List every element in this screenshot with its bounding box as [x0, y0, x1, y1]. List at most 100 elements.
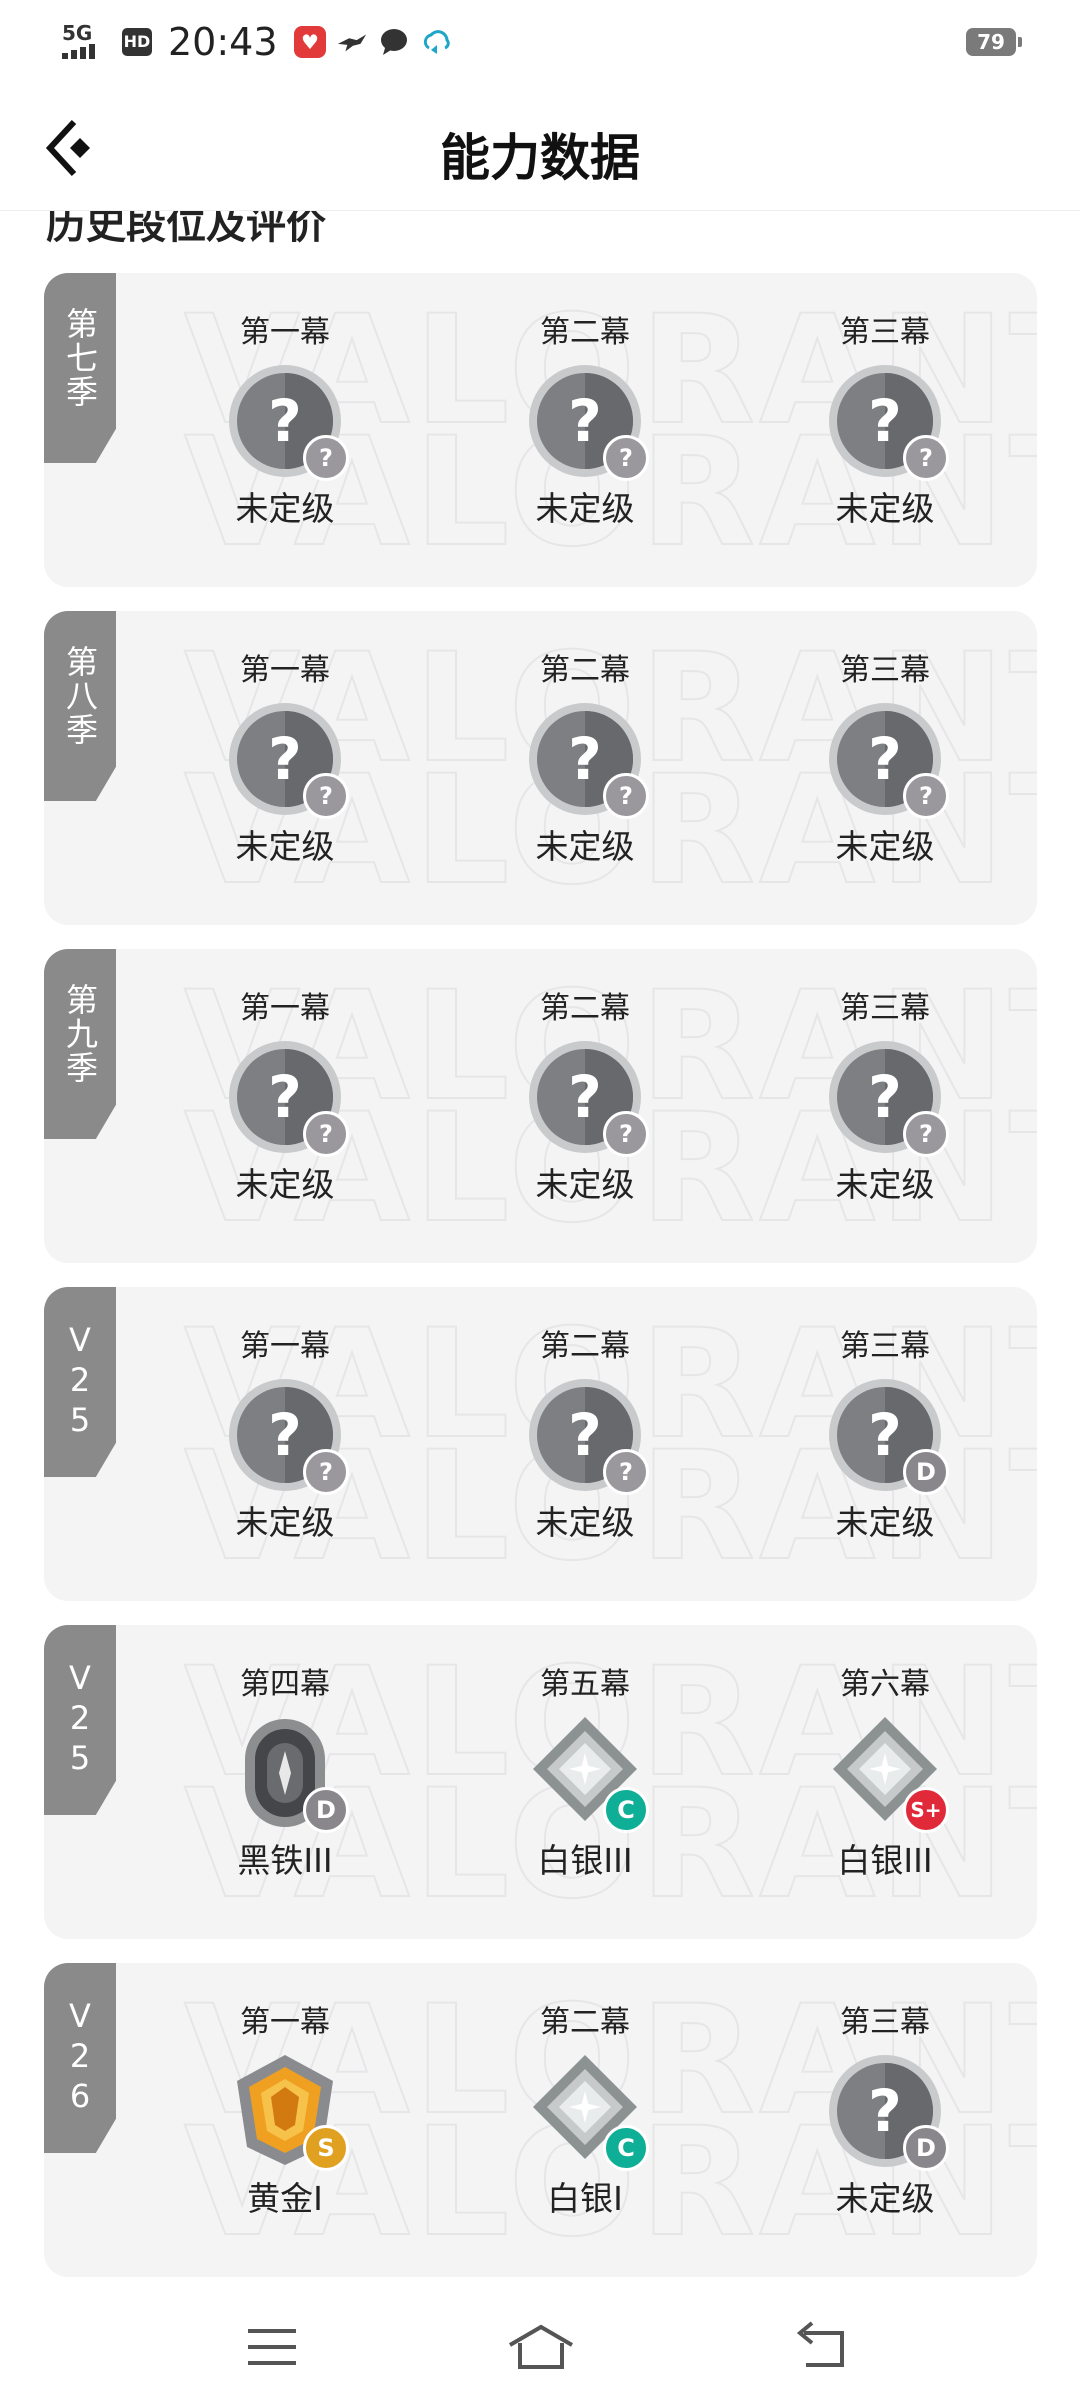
home-button[interactable] — [506, 2319, 576, 2375]
act-label: 第三幕 — [840, 1329, 930, 1364]
unranked-rank-icon: ?? — [225, 1037, 349, 1157]
unranked-rank-icon: ?? — [825, 361, 949, 481]
svg-text:?: ? — [868, 725, 902, 793]
unranked-rank-icon: ?? — [525, 699, 649, 819]
grade-badge: ? — [903, 773, 949, 819]
home-icon — [508, 2324, 574, 2369]
act-rank-item[interactable]: 第六幕 S+ 白银III — [785, 1665, 985, 1883]
grade-badge: S — [303, 2125, 349, 2171]
grade-badge: ? — [903, 1111, 949, 1157]
season-card: VALORANT VALORANT 第八季 第一幕?? 未定级 第二幕?? 未定级 第三幕??… — [44, 611, 1037, 925]
rank-name: 未定级 — [235, 1165, 335, 1204]
iron-rank-icon: D — [225, 1713, 349, 1833]
act-rank-item[interactable]: 第三幕?? 未定级 — [785, 313, 985, 531]
grade-badge: D — [903, 1449, 949, 1495]
act-rank-item[interactable]: 第一幕?? 未定级 — [185, 651, 385, 869]
network-type: 5G — [62, 21, 93, 45]
unranked-rank-icon: ?? — [225, 361, 349, 481]
act-rank-item[interactable]: 第三幕? D 未定级 — [785, 2003, 985, 2221]
grade-badge: S+ — [903, 1787, 949, 1833]
season-tag: V25 — [44, 1287, 116, 1477]
act-rank-item[interactable]: 第四幕 D 黑铁III — [185, 1665, 385, 1883]
act-rank-item[interactable]: 第三幕?? 未定级 — [785, 989, 985, 1207]
rank-name: 未定级 — [835, 489, 935, 528]
unranked-rank-icon: ?? — [525, 1037, 649, 1157]
act-label: 第一幕 — [240, 315, 330, 350]
act-label: 第三幕 — [840, 315, 930, 350]
svg-text:?: ? — [268, 1063, 302, 1131]
bird-app-icon — [336, 26, 368, 58]
season-tag: 第七季 — [44, 273, 116, 463]
act-rank-item[interactable]: 第二幕?? 未定级 — [485, 313, 685, 531]
rank-name: 未定级 — [235, 489, 335, 528]
unranked-rank-icon: ?? — [525, 1375, 649, 1495]
svg-text:?: ? — [868, 1063, 902, 1131]
season-card: VALORANT VALORANT 第九季 第一幕?? 未定级 第二幕?? 未定级 第三幕??… — [44, 949, 1037, 1263]
back-icon — [796, 2321, 844, 2367]
unranked-rank-icon: ?? — [825, 699, 949, 819]
grade-badge: C — [603, 1787, 649, 1833]
grade-badge: ? — [603, 435, 649, 481]
hd-badge: HD — [122, 28, 152, 56]
grade-badge: C — [603, 2125, 649, 2171]
season-tag: V25 — [44, 1625, 116, 1815]
act-label: 第三幕 — [840, 2005, 930, 2040]
rank-name: 黄金I — [247, 2179, 323, 2218]
svg-text:?: ? — [868, 387, 902, 455]
act-label: 第二幕 — [540, 1329, 630, 1364]
act-rank-item[interactable]: 第一幕?? 未定级 — [185, 1327, 385, 1545]
rank-name: 未定级 — [835, 1503, 935, 1542]
act-rank-item[interactable]: 第二幕?? 未定级 — [485, 1327, 685, 1545]
gold-rank-icon: S — [225, 2051, 349, 2171]
rank-name: 未定级 — [235, 827, 335, 866]
act-rank-item[interactable]: 第三幕? D 未定级 — [785, 1327, 985, 1545]
silver-rank-icon: C — [525, 2051, 649, 2171]
silver-rank-icon: C — [525, 1713, 649, 1833]
rank-name: 未定级 — [235, 1503, 335, 1542]
grade-badge: ? — [603, 1111, 649, 1157]
svg-text:?: ? — [568, 725, 602, 793]
act-rank-item[interactable]: 第一幕?? 未定级 — [185, 989, 385, 1207]
grade-badge: ? — [303, 435, 349, 481]
svg-text:?: ? — [868, 2077, 902, 2145]
unranked-rank-icon: ? D — [825, 2051, 949, 2171]
act-label: 第一幕 — [240, 1329, 330, 1364]
act-rank-item[interactable]: 第一幕 S 黄金I — [185, 2003, 385, 2221]
act-rank-item[interactable]: 第三幕?? 未定级 — [785, 651, 985, 869]
act-rank-item[interactable]: 第一幕?? 未定级 — [185, 313, 385, 531]
back-nav-button[interactable] — [794, 2319, 854, 2375]
status-bar: 5G HD 20:43 ♥ 79 — [0, 0, 1080, 86]
act-label: 第三幕 — [840, 991, 930, 1026]
grade-badge: ? — [603, 1449, 649, 1495]
unranked-rank-icon: ?? — [225, 1375, 349, 1495]
act-rank-item[interactable]: 第五幕 C 白银III — [485, 1665, 685, 1883]
act-rank-item[interactable]: 第二幕?? 未定级 — [485, 989, 685, 1207]
menu-button[interactable] — [242, 2319, 302, 2375]
signal-bars-icon — [62, 44, 95, 59]
season-tag: 第九季 — [44, 949, 116, 1139]
heart-app-icon: ♥ — [294, 26, 326, 58]
act-label: 第五幕 — [540, 1667, 630, 1702]
battery-indicator: 79 — [966, 28, 1022, 56]
app-header: 能力数据 — [0, 86, 1080, 211]
rank-history-list[interactable]: VALORANT VALORANT 第七季 第一幕?? 未定级 第二幕?? 未定级 第三幕??… — [0, 211, 1080, 2291]
rank-name: 白银III — [537, 1841, 633, 1880]
svg-text:?: ? — [868, 1401, 902, 1469]
message-icon — [378, 26, 410, 58]
rank-name: 未定级 — [835, 827, 935, 866]
unranked-rank-icon: ?? — [225, 699, 349, 819]
act-label: 第二幕 — [540, 315, 630, 350]
rank-name: 未定级 — [535, 1165, 635, 1204]
act-rank-item[interactable]: 第二幕?? 未定级 — [485, 651, 685, 869]
system-nav-bar — [0, 2291, 1080, 2400]
grade-badge: D — [303, 1787, 349, 1833]
menu-icon — [248, 2329, 296, 2365]
act-label: 第一幕 — [240, 653, 330, 688]
grade-badge: D — [903, 2125, 949, 2171]
season-label: 第八季 — [61, 645, 99, 747]
rank-name: 未定级 — [835, 2179, 935, 2218]
act-rank-item[interactable]: 第二幕 C 白银I — [485, 2003, 685, 2221]
season-label: V26 — [61, 1997, 99, 2117]
act-label: 第一幕 — [240, 2005, 330, 2040]
svg-text:?: ? — [568, 1401, 602, 1469]
